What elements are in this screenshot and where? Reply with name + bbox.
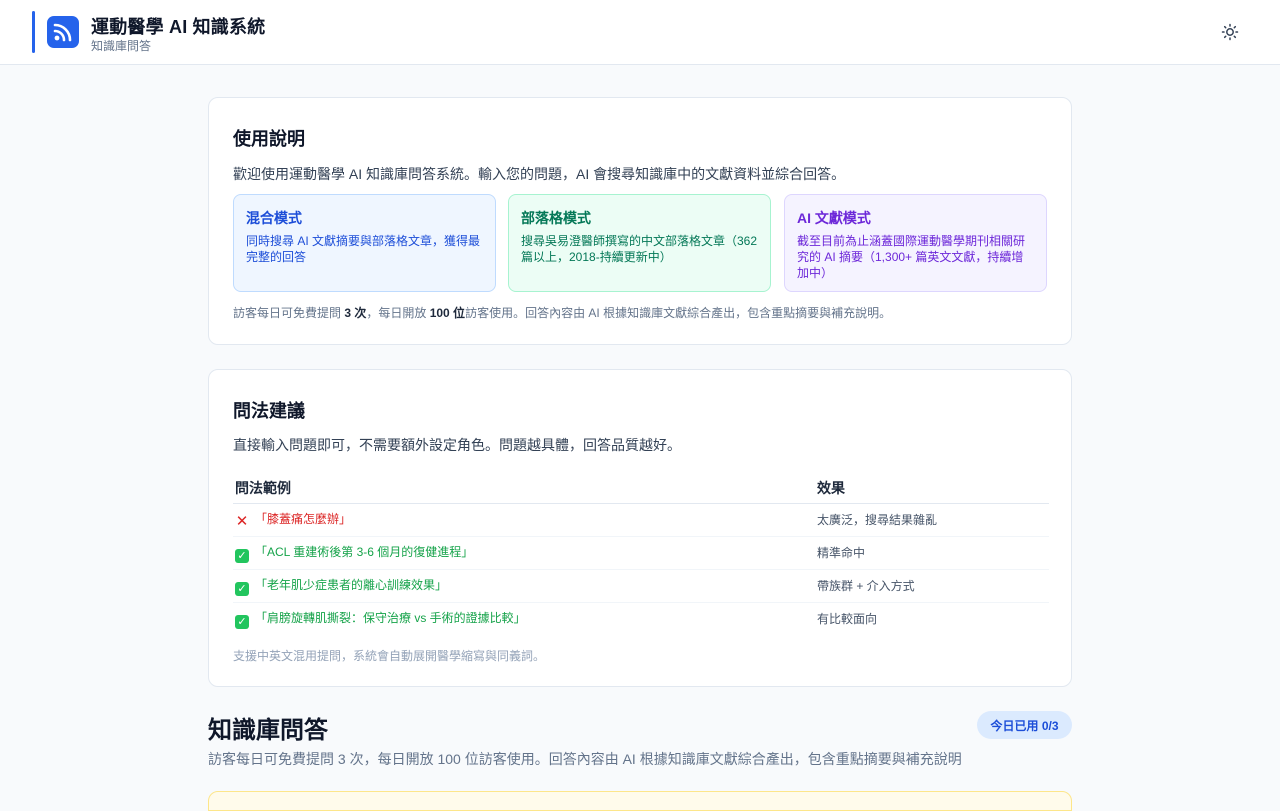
effect-cell: 有比較面向 [817,612,878,627]
daily-usage-badge: 今日已用 0/3 [977,711,1072,739]
usage-quota-note: 訪客每日可免費提問 3 次，每日開放 100 位訪客使用。回答內容由 AI 根據… [233,304,891,321]
note-visitor-count: 100 位 [429,306,466,320]
example-cell: ✕ 「膝蓋痛怎麼辦」 [233,503,815,537]
column-header-example: 問法範例 [233,473,815,504]
effect-cell: 帶族群 + 介入方式 [815,569,1049,603]
mode-title: AI 文獻模式 [797,210,871,226]
question-tips-card: 問法建議 直接輸入問題即可，不需要額外設定角色。問題越具體，回答品質越好。 問法… [208,369,1072,687]
effect-cell: 太廣泛，搜尋結果雜亂 [815,503,1049,537]
mode-card-ai-literature: AI 文獻模式 截至目前為止涵蓋國際運動醫學期刊相關研究的 AI 摘要（1,30… [784,194,1047,292]
table-header-row: 問法範例 效果 [233,473,1049,504]
tips-card-description: 直接輸入問題即可，不需要額外設定角色。問題越具體，回答品質越好。 [233,437,681,453]
usage-card-description: 歡迎使用運動醫學 AI 知識庫問答系統。輸入您的問題，AI 會搜尋知識庫中的文獻… [233,166,846,182]
usage-card-title: 使用說明 [233,129,305,149]
tips-table: 問法範例 效果 ✕ 「膝蓋痛怎麼辦」 太廣泛，搜尋結果雜亂 ✓ 「ACL 重建術後第… [233,473,1049,635]
notice-panel [208,791,1072,811]
example-cell: ✓ 「肩膀旋轉肌撕裂：保守治療 vs 手術的證據比較」 [233,602,815,635]
header-accent-bar [32,11,35,53]
qa-section-description: 訪客每日可免費提問 3 次，每日開放 100 位訪客使用。回答內容由 AI 根據… [208,751,962,767]
mode-description: 搜尋吳易澄醫師撰寫的中文部落格文章（362 篇以上，2018-持續更新中） [521,234,758,264]
mode-title: 混合模式 [246,210,302,226]
note-middle: ，每日開放 [366,306,430,320]
example-text: 「ACL 重建術後第 3-6 個月的復健進程」 [255,544,474,559]
mode-card-blog: 部落格模式 搜尋吳易澄醫師撰寫的中文部落格文章（362 篇以上，2018-持續更… [508,194,771,292]
cross-icon: ✕ [235,513,249,530]
mode-description: 同時搜尋 AI 文獻摘要與部落格文章，獲得最完整的回答 [246,234,481,264]
tips-card-title: 問法建議 [233,401,305,421]
mode-title: 部落格模式 [521,210,591,226]
example-text: 「肩膀旋轉肌撕裂：保守治療 vs 手術的證據比較」 [255,610,526,625]
example-cell: ✓ 「老年肌少症患者的離心訓練效果」 [233,569,815,603]
example-text: 「老年肌少症患者的離心訓練效果」 [255,577,448,592]
sun-icon [1221,23,1239,41]
column-header-effect: 效果 [815,473,1049,504]
note-question-count: 3 次 [344,306,367,320]
check-icon: ✓ [235,581,249,596]
app-subtitle: 知識庫問答 [91,39,152,53]
mode-card-hybrid: 混合模式 同時搜尋 AI 文獻摘要與部落格文章，獲得最完整的回答 [233,194,496,292]
theme-toggle-button[interactable] [1218,20,1242,44]
note-prefix: 訪客每日可免費提問 [233,306,345,320]
check-icon: ✓ [235,548,249,563]
table-row: ✓ 「老年肌少症患者的離心訓練效果」 帶族群 + 介入方式 [233,569,1049,603]
note-suffix: 訪客使用。回答內容由 AI 根據知識庫文獻綜合產出，包含重點摘要與補充說明。 [465,306,892,320]
example-cell: ✓ 「ACL 重建術後第 3-6 個月的復健進程」 [233,536,815,570]
rss-feed-icon[interactable] [47,16,79,48]
app-title: 運動醫學 AI 知識系統 [91,17,266,37]
mode-description: 截至目前為止涵蓋國際運動醫學期刊相關研究的 AI 摘要（1,300+ 篇英文文獻… [797,234,1026,280]
check-icon: ✓ [235,614,249,629]
table-row: ✓ 「ACL 重建術後第 3-6 個月的復健進程」 精準命中 [233,536,1049,570]
app-header: 運動醫學 AI 知識系統 知識庫問答 [0,0,1280,65]
tips-footnote: 支援中英文混用提問，系統會自動展開醫學縮寫與同義詞。 [233,649,546,663]
example-text: 「膝蓋痛怎麼辦」 [255,512,352,526]
effect-cell: 精準命中 [815,536,1049,570]
qa-section-title: 知識庫問答 [208,717,328,744]
usage-instructions-card: 使用說明 歡迎使用運動醫學 AI 知識庫問答系統。輸入您的問題，AI 會搜尋知識… [208,97,1072,345]
table-row: ✓ 「肩膀旋轉肌撕裂：保守治療 vs 手術的證據比較」 有比較面向 [233,602,1049,635]
table-row: ✕ 「膝蓋痛怎麼辦」 太廣泛，搜尋結果雜亂 [233,503,1049,537]
